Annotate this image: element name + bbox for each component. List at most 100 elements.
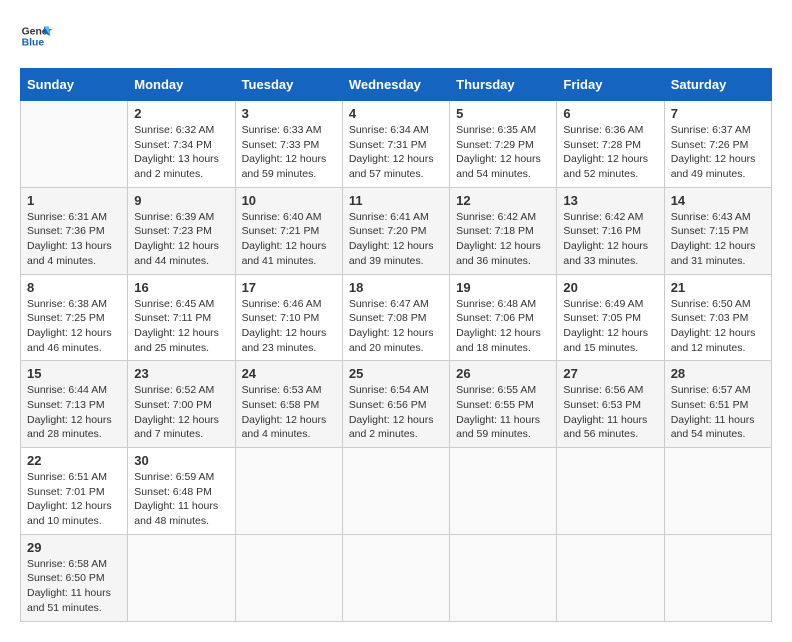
day-detail: Sunrise: 6:43 AMSunset: 7:15 PMDaylight:… [671,210,765,269]
calendar-cell: 5Sunrise: 6:35 AMSunset: 7:29 PMDaylight… [450,101,557,188]
header-saturday: Saturday [664,69,771,101]
logo: General Blue [20,20,52,52]
day-number: 21 [671,280,765,295]
day-detail: Sunrise: 6:54 AMSunset: 6:56 PMDaylight:… [349,383,443,442]
calendar-cell: 29 Sunrise: 6:58 AMSunset: 6:50 PMDayligh… [21,534,128,621]
calendar-cell: 30Sunrise: 6:59 AMSunset: 6:48 PMDayligh… [128,448,235,535]
header-friday: Friday [557,69,664,101]
day-detail: Sunrise: 6:47 AMSunset: 7:08 PMDaylight:… [349,297,443,356]
day-detail: Sunrise: 6:44 AMSunset: 7:13 PMDaylight:… [27,383,121,442]
day-detail: Sunrise: 6:50 AMSunset: 7:03 PMDaylight:… [671,297,765,356]
calendar-cell [557,448,664,535]
calendar-cell: 9 Sunrise: 6:39 AMSunset: 7:23 PMDaylight… [128,187,235,274]
day-detail: Sunrise: 6:58 AMSunset: 6:50 PMDaylight:… [27,557,121,616]
calendar-cell: 13 Sunrise: 6:42 AMSunset: 7:16 PMDayligh… [557,187,664,274]
header-thursday: Thursday [450,69,557,101]
day-number: 25 [349,366,443,381]
calendar-cell: 12 Sunrise: 6:42 AMSunset: 7:18 PMDayligh… [450,187,557,274]
calendar-cell: 19 Sunrise: 6:48 AMSunset: 7:06 PMDayligh… [450,274,557,361]
day-number: 6 [563,106,657,121]
header-tuesday: Tuesday [235,69,342,101]
calendar-cell: 6 Sunrise: 6:36 AMSunset: 7:28 PMDaylight… [557,101,664,188]
calendar-week-2: 8 Sunrise: 6:38 AMSunset: 7:25 PMDaylight… [21,274,772,361]
day-number: 15 [27,366,121,381]
calendar-cell [557,534,664,621]
calendar-cell [664,534,771,621]
calendar-cell: 4 Sunrise: 6:34 AMSunset: 7:31 PMDaylight… [342,101,449,188]
calendar-cell: 3 Sunrise: 6:33 AMSunset: 7:33 PMDaylight… [235,101,342,188]
calendar-cell: 25 Sunrise: 6:54 AMSunset: 6:56 PMDayligh… [342,361,449,448]
day-number: 11 [349,193,443,208]
day-detail: Sunrise: 6:40 AMSunset: 7:21 PMDaylight:… [242,210,336,269]
header-sunday: Sunday [21,69,128,101]
calendar-cell: 7 Sunrise: 6:37 AMSunset: 7:26 PMDaylight… [664,101,771,188]
day-detail: Sunrise: 6:42 AMSunset: 7:18 PMDaylight:… [456,210,550,269]
day-number: 24 [242,366,336,381]
day-number: 12 [456,193,550,208]
day-number: 8 [27,280,121,295]
calendar-cell: 20Sunrise: 6:49 AMSunset: 7:05 PMDayligh… [557,274,664,361]
day-number: 29 [27,540,121,555]
calendar-cell [450,448,557,535]
calendar-week-3: 15 Sunrise: 6:44 AMSunset: 7:13 PMDayligh… [21,361,772,448]
day-detail: Sunrise: 6:57 AMSunset: 6:51 PMDaylight:… [671,383,765,442]
svg-text:Blue: Blue [22,38,45,49]
day-number: 13 [563,193,657,208]
calendar-week-4: 22 Sunrise: 6:51 AMSunset: 7:01 PMDayligh… [21,448,772,535]
day-detail: Sunrise: 6:51 AMSunset: 7:01 PMDaylight:… [27,470,121,529]
day-detail: Sunrise: 6:42 AMSunset: 7:16 PMDaylight:… [563,210,657,269]
calendar-cell [664,448,771,535]
day-detail: Sunrise: 6:59 AMSunset: 6:48 PMDaylight:… [134,470,228,529]
calendar-week-0: 2Sunrise: 6:32 AMSunset: 7:34 PMDaylight… [21,101,772,188]
calendar-cell [21,101,128,188]
calendar-cell: 16Sunrise: 6:45 AMSunset: 7:11 PMDayligh… [128,274,235,361]
calendar-cell [235,534,342,621]
day-detail: Sunrise: 6:39 AMSunset: 7:23 PMDaylight:… [134,210,228,269]
calendar-week-5: 29 Sunrise: 6:58 AMSunset: 6:50 PMDayligh… [21,534,772,621]
calendar-cell [235,448,342,535]
calendar-cell: 22 Sunrise: 6:51 AMSunset: 7:01 PMDayligh… [21,448,128,535]
day-detail: Sunrise: 6:48 AMSunset: 7:06 PMDaylight:… [456,297,550,356]
day-number: 19 [456,280,550,295]
calendar-cell: 15 Sunrise: 6:44 AMSunset: 7:13 PMDayligh… [21,361,128,448]
page-header: General Blue [20,20,772,52]
logo-icon: General Blue [20,20,52,52]
day-detail: Sunrise: 6:53 AMSunset: 6:58 PMDaylight:… [242,383,336,442]
calendar-cell: 17Sunrise: 6:46 AMSunset: 7:10 PMDayligh… [235,274,342,361]
day-number: 3 [242,106,336,121]
calendar-cell: 26Sunrise: 6:55 AMSunset: 6:55 PMDayligh… [450,361,557,448]
calendar-cell: 1Sunrise: 6:31 AMSunset: 7:36 PMDaylight… [21,187,128,274]
day-number: 28 [671,366,765,381]
day-number: 4 [349,106,443,121]
day-number: 9 [134,193,228,208]
day-number: 14 [671,193,765,208]
day-number: 23 [134,366,228,381]
day-detail: Sunrise: 6:37 AMSunset: 7:26 PMDaylight:… [671,123,765,182]
calendar-cell: 18Sunrise: 6:47 AMSunset: 7:08 PMDayligh… [342,274,449,361]
day-detail: Sunrise: 6:34 AMSunset: 7:31 PMDaylight:… [349,123,443,182]
calendar-body: 2Sunrise: 6:32 AMSunset: 7:34 PMDaylight… [21,101,772,622]
day-detail: Sunrise: 6:56 AMSunset: 6:53 PMDaylight:… [563,383,657,442]
calendar-cell [342,534,449,621]
calendar-table: SundayMondayTuesdayWednesdayThursdayFrid… [20,68,772,622]
day-number: 1 [27,193,121,208]
calendar-cell [128,534,235,621]
day-detail: Sunrise: 6:38 AMSunset: 7:25 PMDaylight:… [27,297,121,356]
day-number: 27 [563,366,657,381]
day-detail: Sunrise: 6:41 AMSunset: 7:20 PMDaylight:… [349,210,443,269]
day-detail: Sunrise: 6:32 AMSunset: 7:34 PMDaylight:… [134,123,228,182]
calendar-cell: 11 Sunrise: 6:41 AMSunset: 7:20 PMDayligh… [342,187,449,274]
day-number: 22 [27,453,121,468]
day-number: 16 [134,280,228,295]
calendar-cell: 23Sunrise: 6:52 AMSunset: 7:00 PMDayligh… [128,361,235,448]
header-wednesday: Wednesday [342,69,449,101]
day-detail: Sunrise: 6:36 AMSunset: 7:28 PMDaylight:… [563,123,657,182]
day-detail: Sunrise: 6:33 AMSunset: 7:33 PMDaylight:… [242,123,336,182]
calendar-cell: 2Sunrise: 6:32 AMSunset: 7:34 PMDaylight… [128,101,235,188]
day-detail: Sunrise: 6:35 AMSunset: 7:29 PMDaylight:… [456,123,550,182]
day-detail: Sunrise: 6:49 AMSunset: 7:05 PMDaylight:… [563,297,657,356]
calendar-cell: 8 Sunrise: 6:38 AMSunset: 7:25 PMDaylight… [21,274,128,361]
day-number: 7 [671,106,765,121]
calendar-cell: 24 Sunrise: 6:53 AMSunset: 6:58 PMDayligh… [235,361,342,448]
day-detail: Sunrise: 6:46 AMSunset: 7:10 PMDaylight:… [242,297,336,356]
